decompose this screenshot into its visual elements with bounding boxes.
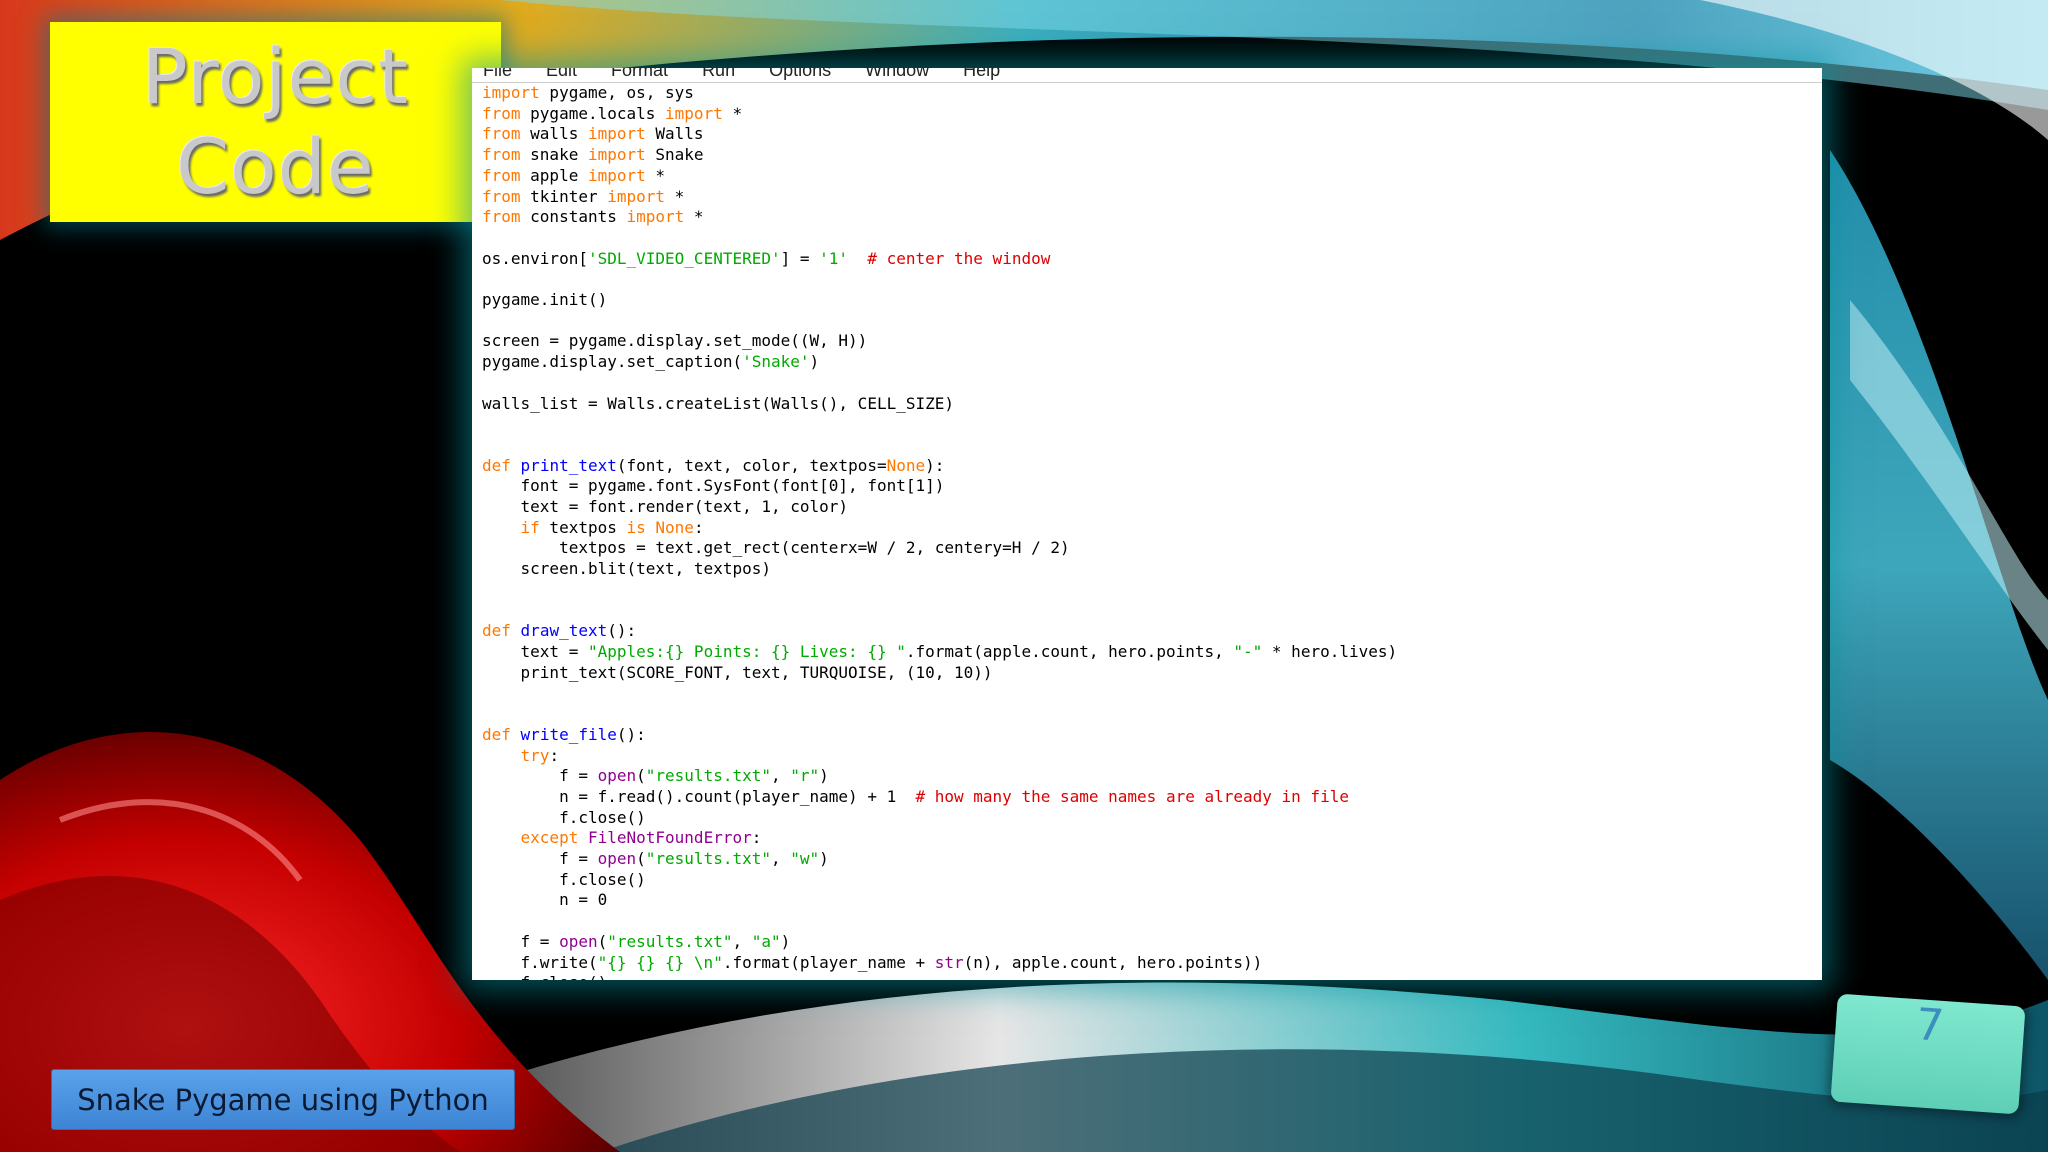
code-text-area[interactable]: import pygame, os, sys from pygame.local… xyxy=(482,83,1822,980)
menu-edit[interactable]: Edit xyxy=(546,68,577,81)
footer-title: Snake Pygame using Python xyxy=(77,1082,489,1117)
editor-menubar: File Edit Format Run Options Window Help xyxy=(472,68,1822,83)
page-number: 7 xyxy=(1914,999,1946,1052)
footer-banner: Snake Pygame using Python xyxy=(51,1069,515,1130)
menu-format[interactable]: Format xyxy=(611,68,668,81)
menu-help[interactable]: Help xyxy=(963,68,1000,81)
menu-file[interactable]: File xyxy=(483,68,512,81)
menu-options[interactable]: Options xyxy=(769,68,831,81)
slide-title-line-2: Code xyxy=(176,122,375,211)
slide-title-line-1: Project xyxy=(141,32,410,121)
code-editor-window: File Edit Format Run Options Window Help impor… xyxy=(472,68,1822,980)
page-number-box: 7 xyxy=(1830,993,2026,1115)
menu-window[interactable]: Window xyxy=(865,68,929,81)
menu-run[interactable]: Run xyxy=(702,68,735,81)
slide-title-box: Project Code xyxy=(50,22,501,222)
